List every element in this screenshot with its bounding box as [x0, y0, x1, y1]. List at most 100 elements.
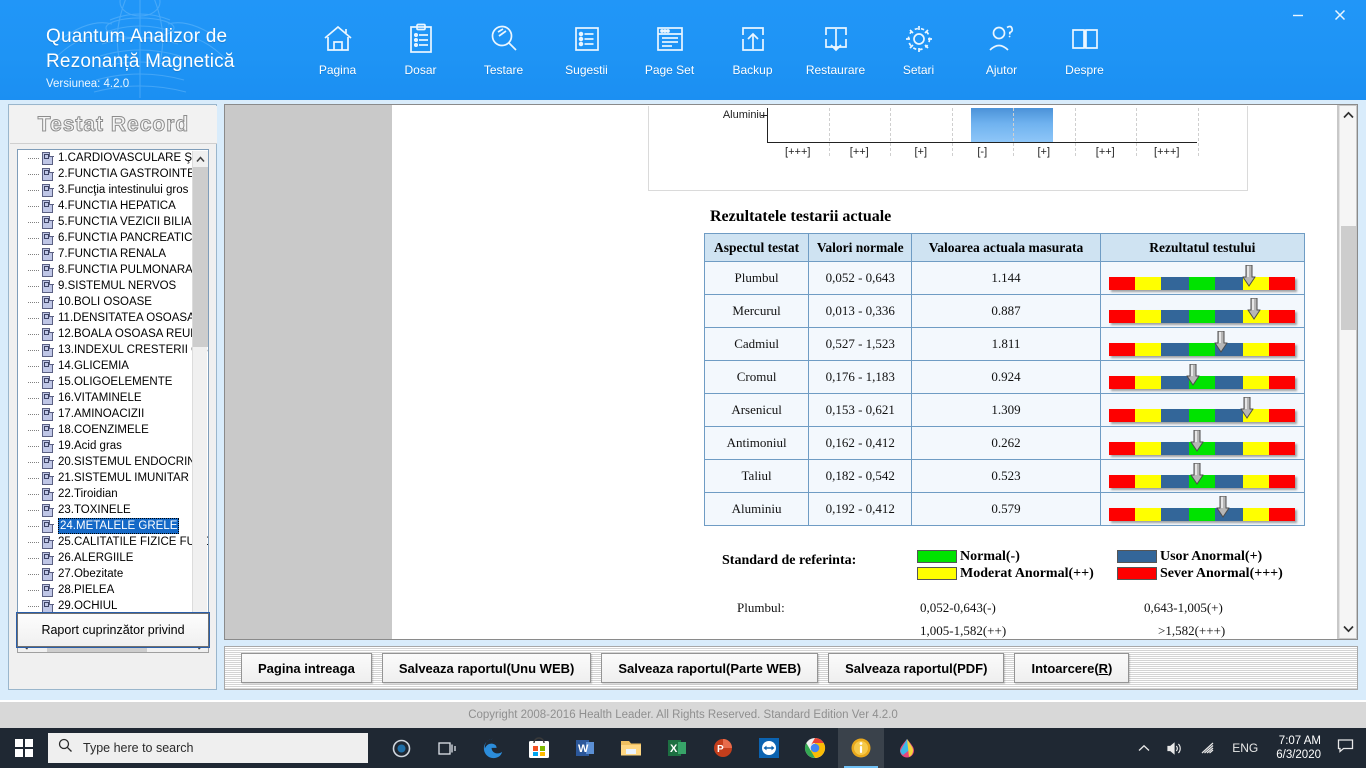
tree-item[interactable]: 16.VITAMINELE: [18, 390, 208, 406]
taskbar-clock[interactable]: 7:07 AM 6/3/2020: [1266, 728, 1331, 768]
tree-connector: [28, 374, 41, 390]
toolbar-item-despre[interactable]: Despre: [1043, 18, 1126, 77]
wifi-icon[interactable]: [1191, 728, 1224, 768]
explorer-icon[interactable]: [608, 728, 654, 768]
notifications-icon[interactable]: [1331, 738, 1366, 758]
save-report-pdf-button[interactable]: Salveaza raportul(PDF): [828, 653, 1005, 683]
tree-item[interactable]: 27.Obezitate: [18, 566, 208, 582]
toolbar-item-dosar[interactable]: Dosar: [379, 18, 462, 77]
toolbar-item-pagina[interactable]: Pagina: [296, 18, 379, 77]
save-report-part-web-button[interactable]: Salveaza raportul(Parte WEB): [601, 653, 819, 683]
record-tree[interactable]: 1.CARDIOVASCULARE ŞI CER 2.FUNCTIA GASTRO…: [17, 149, 209, 635]
tree-vertical-scrollbar[interactable]: [192, 151, 208, 634]
tree-scroll-thumb[interactable]: [193, 167, 208, 347]
tray-expand-icon[interactable]: [1130, 728, 1158, 768]
toolbar-item-testare[interactable]: Testare: [462, 18, 545, 77]
tree-connector: [28, 262, 41, 278]
cell-aspect: Cromul: [703, 360, 810, 394]
edge-icon[interactable]: [470, 728, 516, 768]
cell-normal-range: 0,527 - 1,523: [808, 327, 913, 361]
meter-segment: [1189, 508, 1216, 521]
toolbar-item-sugestii[interactable]: Sugestii: [545, 18, 628, 77]
language-indicator[interactable]: ENG: [1224, 728, 1266, 768]
tree-item[interactable]: 5.FUNCTIA VEZICII BILIARE: [18, 214, 208, 230]
meter-segment: [1161, 310, 1190, 323]
tree-item-label: 18.COENZIMELE: [58, 424, 149, 436]
tree-item[interactable]: 13.INDEXUL CRESTERII OSOAS: [18, 342, 208, 358]
toolbar-item-setari[interactable]: Setari: [877, 18, 960, 77]
tree-item[interactable]: 25.CALITATILE FIZICE FUNDAM: [18, 534, 208, 550]
word-icon[interactable]: W: [562, 728, 608, 768]
tree-item[interactable]: 19.Acid gras: [18, 438, 208, 454]
search-input[interactable]: Type here to search: [83, 741, 193, 755]
tree-item[interactable]: 2.FUNCTIA GASTROINTESTINA: [18, 166, 208, 182]
tree-item[interactable]: 29.OCHIUL: [18, 598, 208, 614]
tree-item[interactable]: 6.FUNCTIA PANCREATICA: [18, 230, 208, 246]
tree-item[interactable]: 8.FUNCTIA PULMONARA: [18, 262, 208, 278]
teamviewer-icon[interactable]: [746, 728, 792, 768]
close-button[interactable]: [1320, 2, 1360, 28]
report-scroll-down-button[interactable]: [1340, 620, 1357, 638]
tree-item[interactable]: 4.FUNCTIA HEPATICA: [18, 198, 208, 214]
sidebar-title-bar: Testat Record: [10, 106, 217, 144]
meter-needle-icon: [1247, 297, 1262, 320]
return-button[interactable]: Intoarcere(R): [1014, 653, 1130, 683]
chrome-icon[interactable]: [792, 728, 838, 768]
report-vertical-scrollbar[interactable]: [1339, 106, 1356, 638]
taskbar-search-box[interactable]: Type here to search: [48, 733, 368, 763]
tree-item[interactable]: 23.TOXINELE: [18, 502, 208, 518]
store-icon[interactable]: [516, 728, 562, 768]
tree-item[interactable]: 12.BOALA OSOASA REUMAT: [18, 326, 208, 342]
powerpoint-icon[interactable]: P: [700, 728, 746, 768]
save-report-single-web-button[interactable]: Salveaza raportul(Unu WEB): [381, 653, 592, 683]
volume-icon[interactable]: [1158, 728, 1191, 768]
toolbar-item-backup[interactable]: Backup: [711, 18, 794, 77]
tree-item[interactable]: 24.METALELE GRELE: [18, 518, 208, 534]
legend-entry-normal: Normal(-): [917, 549, 1117, 565]
minimize-button[interactable]: [1278, 2, 1318, 28]
legend-label-mild: Usor Anormal(+): [1160, 548, 1263, 564]
tree-connector: [28, 406, 41, 422]
start-button[interactable]: [0, 728, 48, 768]
scroll-up-button[interactable]: [193, 151, 208, 167]
tree-item[interactable]: 1.CARDIOVASCULARE ŞI CER: [18, 150, 208, 166]
meter-segment: [1215, 376, 1244, 389]
toolbar-item-ajutor[interactable]: Ajutor: [960, 18, 1043, 77]
tree-item[interactable]: 10.BOLI OSOASE: [18, 294, 208, 310]
tree-item[interactable]: 14.GLICEMIA: [18, 358, 208, 374]
report-scroll-up-button[interactable]: [1340, 106, 1357, 124]
tree-item[interactable]: 20.SISTEMUL ENDOCRIN: [18, 454, 208, 470]
meter-segment: [1269, 343, 1296, 356]
tree-item[interactable]: 18.COENZIMELE: [18, 422, 208, 438]
report-scroll-thumb[interactable]: [1341, 226, 1356, 330]
tree-item[interactable]: 17.AMINOACIZII: [18, 406, 208, 422]
tree-item[interactable]: 7.FUNCTIA RENALA: [18, 246, 208, 262]
tree-item[interactable]: 15.OLIGOELEMENTE: [18, 374, 208, 390]
document-icon: [41, 503, 55, 517]
task-view-icon[interactable]: [424, 728, 470, 768]
tree-item[interactable]: 22.Tiroidian: [18, 486, 208, 502]
tree-item[interactable]: 11.DENSITATEA OSOASA MIN: [18, 310, 208, 326]
tree-item[interactable]: 26.ALERGIILE: [18, 550, 208, 566]
report-page: Aluminiu [+++] [++] [+] [-] [+] [++] [+++] Rez…: [392, 105, 1337, 639]
meter-segment: [1215, 442, 1244, 455]
tree-item[interactable]: 28.PIELEA: [18, 582, 208, 598]
cortana-icon[interactable]: [378, 728, 424, 768]
tree-item-label: 17.AMINOACIZII: [58, 408, 145, 420]
full-page-button[interactable]: Pagina intreaga: [241, 653, 372, 683]
paint3d-icon[interactable]: [884, 728, 930, 768]
return-prefix: Intoarcere(: [1031, 660, 1099, 676]
chart-x-axis: [767, 142, 1197, 143]
excel-icon[interactable]: X: [654, 728, 700, 768]
toolbar-item-page-set[interactable]: Page Set: [628, 18, 711, 77]
comprehensive-report-button[interactable]: Raport cuprinzător privind: [16, 612, 210, 648]
toolbar-item-restaurare[interactable]: Restaurare: [794, 18, 877, 77]
tree-item[interactable]: 9.SISTEMUL NERVOS: [18, 278, 208, 294]
cell-normal-range: 0,052 - 0,643: [808, 261, 913, 295]
quantum-analyzer-icon[interactable]: [838, 728, 884, 768]
tree-item[interactable]: 21.SISTEMUL IMUNITAR: [18, 470, 208, 486]
meter-segment: [1215, 409, 1244, 422]
tree-connector: [28, 294, 41, 310]
tree-item[interactable]: 3.Funcţia intestinului gros: [18, 182, 208, 198]
clipboard-icon: [406, 18, 436, 60]
